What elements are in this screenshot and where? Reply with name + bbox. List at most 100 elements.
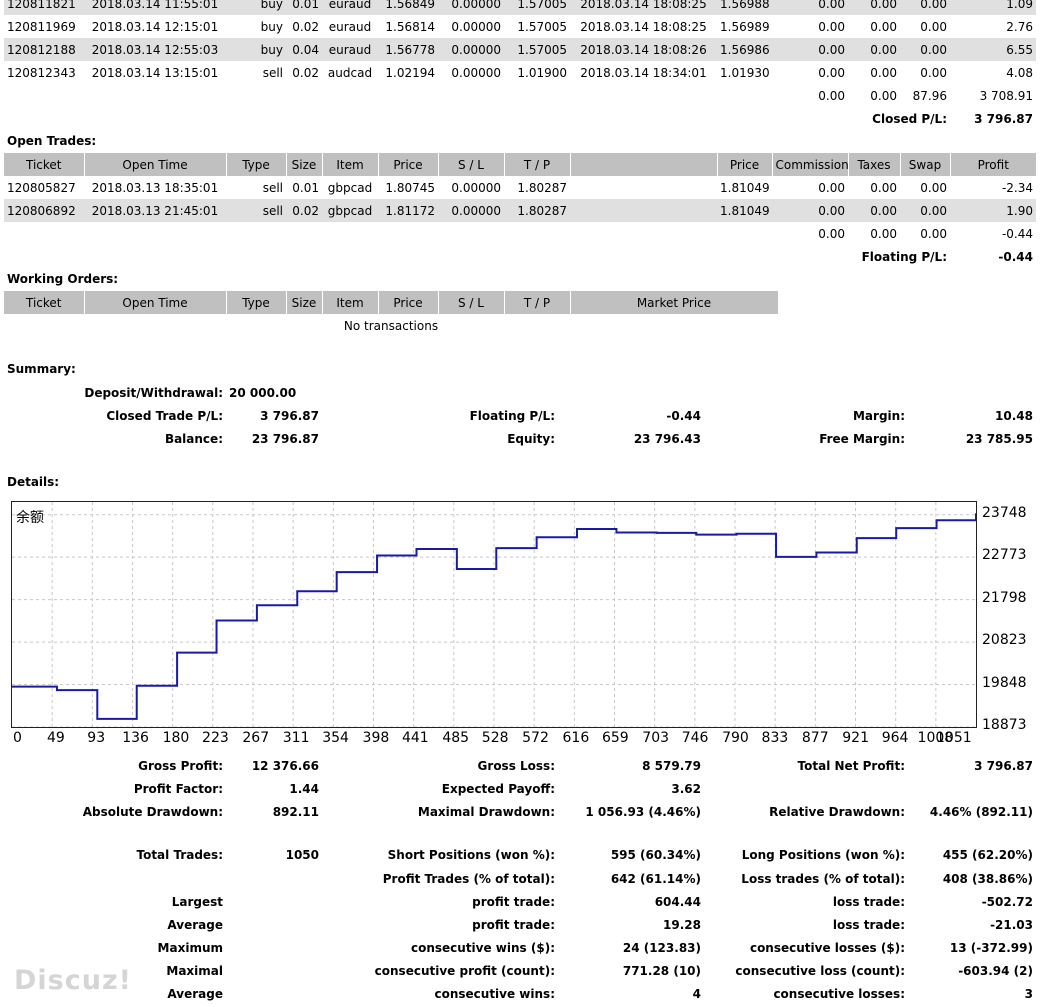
stat-value: -502.72 — [981, 894, 1033, 909]
equity-label: Equity: — [507, 431, 555, 446]
sl-cell: 0.00000 — [451, 180, 501, 195]
open-trades-title: Open Trades: — [7, 134, 97, 148]
tp-cell: 1.57005 — [504, 38, 570, 61]
ticket-cell: 120805827 — [7, 180, 76, 195]
stat-value: 455 (62.20%) — [942, 848, 1033, 862]
stat-value: 19.28 — [663, 917, 701, 932]
profit-cell: -2.34 — [1001, 180, 1033, 195]
profit-cell: 2.76 — [1006, 19, 1033, 34]
type-cell: buy — [226, 0, 286, 15]
x-tick-label: 572 — [522, 730, 549, 746]
col-size: Size — [285, 153, 322, 176]
stats-row: Average profit trade: 19.28 loss trade: -21.… — [4, 913, 1036, 936]
stat-value — [226, 890, 322, 913]
y-tick-label: 18873 — [982, 717, 1027, 733]
stat-label: Average — [167, 917, 223, 932]
working-orders-header: Ticket Open Time Type Size Item Price S … — [4, 291, 1036, 314]
commission-cell: 0.00 — [818, 180, 845, 195]
profit-cell: 4.08 — [1006, 65, 1033, 80]
tp-cell: 1.01900 — [517, 65, 567, 80]
stat-value: 1 056.93 (4.46%) — [585, 804, 701, 819]
x-tick-label: 0 — [13, 730, 22, 746]
col-open-time: Open Time — [83, 153, 226, 176]
equity-value: 23 796.43 — [633, 431, 701, 446]
col-item: Item — [321, 153, 378, 176]
x-tick-label: 964 — [881, 730, 909, 746]
discuz-watermark: Discuz! — [14, 965, 132, 996]
x-tick-label: 877 — [801, 730, 829, 746]
stats-row: Average consecutive wins: 4 consecutive los… — [4, 982, 1036, 1005]
summary-table: Deposit/Withdrawal: 20 000.00 Closed Tra… — [4, 381, 1036, 450]
wo-col-type: Type — [225, 291, 286, 314]
closed-total-commission: 0.00 — [818, 88, 845, 103]
deposit-label: Deposit/Withdrawal: — [84, 385, 223, 400]
stat-value: 595 (60.34%) — [610, 848, 701, 862]
x-tick-label: 833 — [761, 730, 789, 746]
stat-value: 3.62 — [671, 781, 701, 796]
closed-total-swap: 87.96 — [912, 88, 947, 103]
x-tick-label: 136 — [122, 730, 149, 746]
closed-trade-row: 120812343 2018.03.14 13:15:01 sell 0.02 audc… — [4, 61, 1036, 84]
swap-cell: 0.00 — [900, 199, 950, 222]
sl-cell: 0.00000 — [438, 38, 504, 61]
stat-label: Long Positions (won %): — [741, 848, 905, 862]
chart-title: 余额 — [16, 510, 44, 526]
close-time-cell: 2018.03.14 18:08:25 — [570, 0, 717, 15]
stat-label: profit trade: — [472, 894, 555, 909]
closed-trade-row: 120811821 2018.03.14 11:55:01 buy 0.01 eurau… — [4, 0, 1036, 15]
stats-row: Total Trades: 1050 Short Positions (won %)… — [4, 823, 1036, 867]
taxes-cell: 0.00 — [848, 199, 900, 222]
balance-point — [695, 533, 698, 536]
close-time-cell: 2018.03.14 18:08:26 — [570, 38, 717, 61]
summary-row-1: Deposit/Withdrawal: 20 000.00 — [4, 381, 1036, 404]
col-profit: Profit — [949, 153, 1036, 176]
stat-value: 12 376.66 — [251, 758, 319, 773]
stat-label: Total Net Profit: — [797, 758, 905, 773]
stats-row: Profit Trades (% of total): 642 (61.14%) L… — [4, 867, 1036, 890]
balance-point — [935, 519, 938, 522]
stat-label: Relative Drawdown: — [769, 804, 905, 819]
x-tick-label: 790 — [722, 730, 749, 746]
wo-col-tp: T / P — [503, 291, 570, 314]
price-cell: 1.02194 — [385, 65, 435, 80]
close-price-cell: 1.56986 — [717, 38, 772, 61]
ticket-cell: 120806892 — [4, 199, 84, 222]
sl-cell: 0.00000 — [451, 65, 501, 80]
free-margin-label: Free Margin: — [819, 431, 905, 446]
stat-label: Short Positions (won %): — [387, 848, 555, 862]
stat-label: Expected Payoff: — [441, 781, 555, 796]
stats-row: Gross Profit: 12 376.66 Gross Loss: 8 579.7… — [4, 754, 1036, 777]
stat-label: Gross Profit: — [138, 758, 223, 773]
stat-label: Profit Factor: — [133, 781, 223, 796]
stat-label: loss trade: — [832, 917, 905, 932]
sl-cell: 0.00000 — [438, 199, 504, 222]
open-time-cell: 2018.03.13 18:35:01 — [91, 180, 219, 195]
open-total-swap: 0.00 — [920, 226, 947, 241]
tp-cell: 1.80287 — [517, 180, 567, 195]
stat-label: profit trade: — [472, 917, 555, 932]
profit-cell: 1.09 — [950, 0, 1036, 15]
y-tick-label: 22773 — [982, 547, 1027, 564]
x-tick-label: 223 — [202, 730, 229, 746]
stat-label: Maximum — [157, 940, 223, 955]
balance-point — [495, 547, 498, 549]
closed-trade-row: 120812188 2018.03.14 12:55:03 buy 0.04 eurau… — [4, 38, 1036, 61]
stat-label: Gross Loss: — [477, 758, 555, 773]
closed-trade-row: 120811969 2018.03.14 12:15:01 buy 0.02 eurau… — [4, 15, 1036, 38]
stat-value: 1.44 — [289, 781, 319, 796]
open-totals-row: 0.00 0.00 0.00 -0.44 — [4, 222, 1036, 245]
stat-label: consecutive loss (count): — [735, 963, 905, 978]
closed-trade-pl-label: Closed Trade P/L: — [106, 408, 223, 423]
x-tick-label: 528 — [481, 730, 509, 746]
no-transactions-row: No transactions — [4, 314, 1036, 337]
type-cell: buy — [226, 38, 286, 61]
col-type: Type — [225, 153, 286, 176]
open-trade-row: 120805827 2018.03.13 18:35:01 sell 0.01 gbpc… — [4, 176, 1036, 199]
stat-label: Maximal Drawdown: — [417, 804, 555, 819]
summary-row-3: Balance: 23 796.87 Equity: 23 796.43 Fre… — [4, 427, 1036, 450]
taxes-cell: 0.00 — [870, 65, 897, 80]
balance-point — [576, 528, 578, 530]
stat-label — [4, 867, 226, 890]
stat-value: 604.44 — [654, 894, 701, 909]
summary-floating-value: -0.44 — [666, 408, 701, 423]
